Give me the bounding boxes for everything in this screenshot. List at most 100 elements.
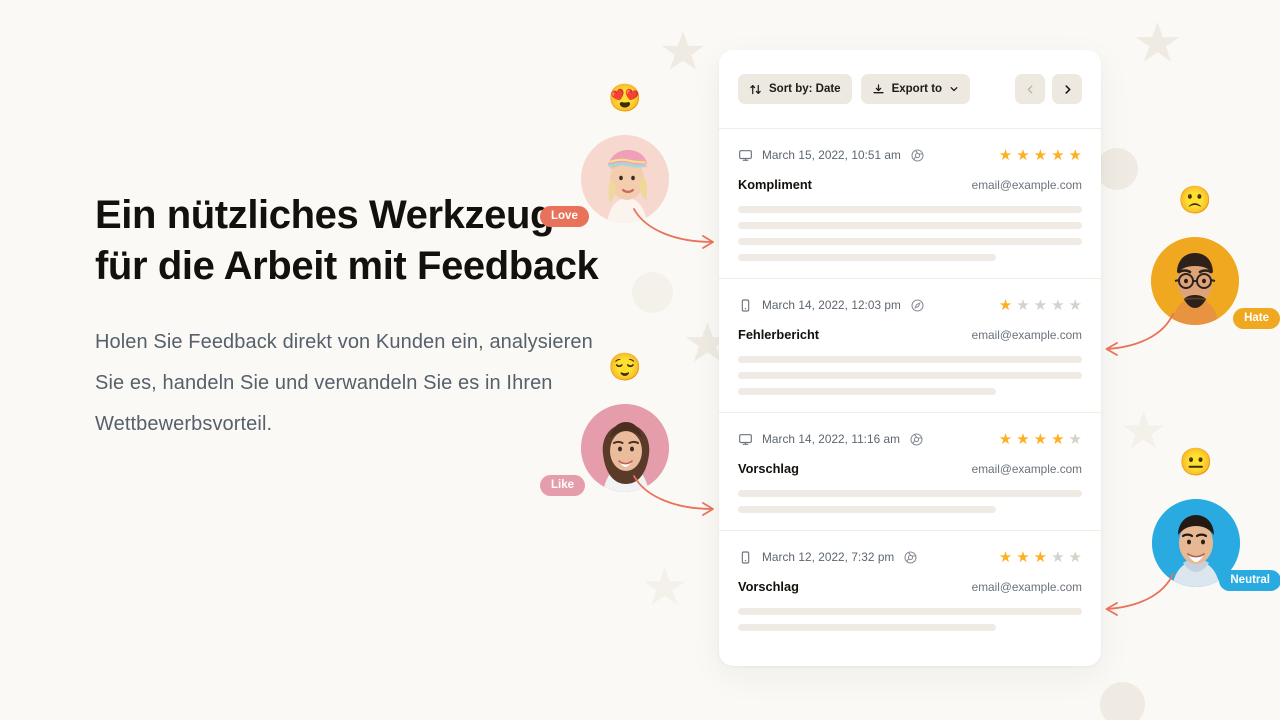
rating-stars[interactable]: ★ ★ ★ ★ ★: [999, 298, 1082, 313]
feedback-row[interactable]: March 15, 2022, 10:51 am ★ ★ ★ ★ ★ Kompliment e…: [719, 129, 1101, 279]
sort-by-date-label: Sort by: Date: [769, 83, 841, 95]
feedback-body-placeholder: [738, 206, 1082, 278]
feedback-list: March 15, 2022, 10:51 am ★ ★ ★ ★ ★ Kompliment e…: [719, 129, 1101, 666]
placeholder-line: [738, 238, 1082, 245]
feedback-row-meta: March 12, 2022, 7:32 pm ★ ★ ★ ★ ★: [738, 548, 1082, 566]
star-icon: ★: [1033, 430, 1048, 448]
feedback-row-meta: March 15, 2022, 10:51 am ★ ★ ★ ★ ★: [738, 146, 1082, 164]
feedback-email: email@example.com: [971, 178, 1082, 192]
reaction-avatar-like[interactable]: 😌 Like: [540, 354, 669, 496]
rating-stars[interactable]: ★ ★ ★ ★ ★: [999, 148, 1082, 163]
star-icon: ★: [1068, 430, 1082, 448]
avatar: [581, 404, 669, 492]
decorative-star: [1135, 22, 1180, 62]
feedback-row[interactable]: March 14, 2022, 11:16 am ★ ★ ★ ★ ★ Vorschlag em…: [719, 413, 1101, 531]
slightly-frowning-face-icon: 🙁: [1178, 185, 1212, 215]
status-badge: Neutral: [1219, 570, 1280, 591]
browser-icon-wrapper: [903, 550, 918, 565]
feedback-timestamp: March 14, 2022, 11:16 am: [762, 432, 901, 446]
hero-copy: Ein nützliches Werkzeug für die Arbeit m…: [95, 190, 615, 445]
placeholder-line: [738, 356, 1082, 363]
mobile-icon: [738, 550, 753, 565]
decorative-circle: [632, 272, 673, 313]
avatar: [581, 135, 669, 223]
status-badge: Hate: [1233, 308, 1280, 329]
star-icon: ★: [1016, 548, 1030, 566]
star-icon: ★: [1051, 296, 1065, 314]
feedback-body-placeholder: [738, 356, 1082, 412]
feedback-timestamp: March 12, 2022, 7:32 pm: [762, 550, 895, 564]
page-title: Ein nützliches Werkzeug für die Arbeit m…: [95, 193, 599, 288]
feedback-row-meta: March 14, 2022, 12:03 pm ★ ★ ★ ★ ★: [738, 296, 1082, 314]
relieved-face-icon: 😌: [608, 352, 642, 382]
star-icon: ★: [1068, 548, 1082, 566]
feedback-row-header: Kompliment email@example.com: [738, 177, 1082, 192]
feedback-row[interactable]: March 14, 2022, 12:03 pm ★ ★ ★ ★ ★ Fehlerberic…: [719, 279, 1101, 413]
star-icon: ★: [998, 296, 1013, 314]
feedback-email: email@example.com: [971, 462, 1082, 476]
feedback-row[interactable]: March 12, 2022, 7:32 pm ★ ★ ★ ★ ★ Vorschlag ema…: [719, 531, 1101, 648]
desktop-icon: [738, 148, 753, 163]
placeholder-line: [738, 608, 1082, 615]
sort-arrows-icon: [749, 83, 762, 96]
rating-stars[interactable]: ★ ★ ★ ★ ★: [999, 550, 1082, 565]
feedback-toolbar: Sort by: Date Export to: [719, 50, 1101, 129]
hero-section: Ein nützliches Werkzeug für die Arbeit m…: [0, 0, 1280, 720]
chevron-left-icon: [1025, 84, 1036, 95]
feedback-row-header: Vorschlag email@example.com: [738, 461, 1082, 476]
star-icon: ★: [1068, 146, 1082, 164]
star-icon: ★: [1016, 430, 1030, 448]
feedback-email: email@example.com: [971, 580, 1082, 594]
export-to-label: Export to: [891, 83, 943, 95]
star-icon: ★: [1033, 296, 1048, 314]
status-badge-label: Neutral: [1230, 574, 1270, 586]
feedback-timestamp: March 14, 2022, 12:03 pm: [762, 298, 901, 312]
chevron-down-icon: [949, 84, 959, 94]
chrome-icon: [909, 432, 924, 447]
chrome-icon: [910, 148, 925, 163]
feedback-body-placeholder: [738, 490, 1082, 530]
star-icon: ★: [1033, 146, 1048, 164]
reaction-avatar-hate[interactable]: 🙁 Hate: [1151, 187, 1280, 329]
rating-stars[interactable]: ★ ★ ★ ★ ★: [999, 432, 1082, 447]
star-icon: ★: [1033, 548, 1048, 566]
star-icon: ★: [998, 548, 1013, 566]
star-icon: ★: [1016, 146, 1030, 164]
star-icon: ★: [1068, 296, 1082, 314]
feedback-timestamp: March 15, 2022, 10:51 am: [762, 148, 901, 162]
chrome-icon: [903, 550, 918, 565]
placeholder-line: [738, 624, 996, 631]
sort-by-date-button[interactable]: Sort by: Date: [738, 74, 852, 104]
feedback-row-header: Vorschlag email@example.com: [738, 579, 1082, 594]
desktop-icon: [738, 432, 753, 447]
status-badge: Love: [540, 206, 589, 227]
decorative-star: [643, 567, 686, 605]
chevron-right-icon: [1062, 84, 1073, 95]
star-icon: ★: [998, 146, 1013, 164]
placeholder-line: [738, 388, 996, 395]
decorative-circle: [1100, 682, 1145, 720]
browser-icon-wrapper: [910, 298, 925, 313]
smiling-face-with-heart-eyes-icon: 😍: [608, 83, 642, 113]
placeholder-line: [738, 222, 1082, 229]
star-icon: ★: [1016, 296, 1030, 314]
feedback-category: Vorschlag: [738, 579, 799, 594]
placeholder-line: [738, 506, 996, 513]
star-icon: ★: [1051, 430, 1065, 448]
mobile-icon: [738, 298, 753, 313]
feedback-body-placeholder: [738, 608, 1082, 648]
reaction-avatar-neutral[interactable]: 😐 Neutral: [1152, 449, 1280, 591]
star-icon: ★: [1051, 548, 1065, 566]
status-badge-label: Love: [551, 210, 578, 222]
decorative-star: [661, 31, 705, 70]
export-to-button[interactable]: Export to: [860, 74, 971, 104]
feedback-row-meta: March 14, 2022, 11:16 am ★ ★ ★ ★ ★: [738, 430, 1082, 448]
feedback-email: email@example.com: [971, 328, 1082, 342]
previous-page-button[interactable]: [1015, 74, 1045, 104]
safari-icon: [910, 298, 925, 313]
next-page-button[interactable]: [1052, 74, 1082, 104]
browser-icon-wrapper: [910, 148, 925, 163]
placeholder-line: [738, 490, 1082, 497]
status-badge-label: Hate: [1244, 312, 1269, 324]
reaction-avatar-love[interactable]: 😍 Love: [540, 85, 669, 227]
